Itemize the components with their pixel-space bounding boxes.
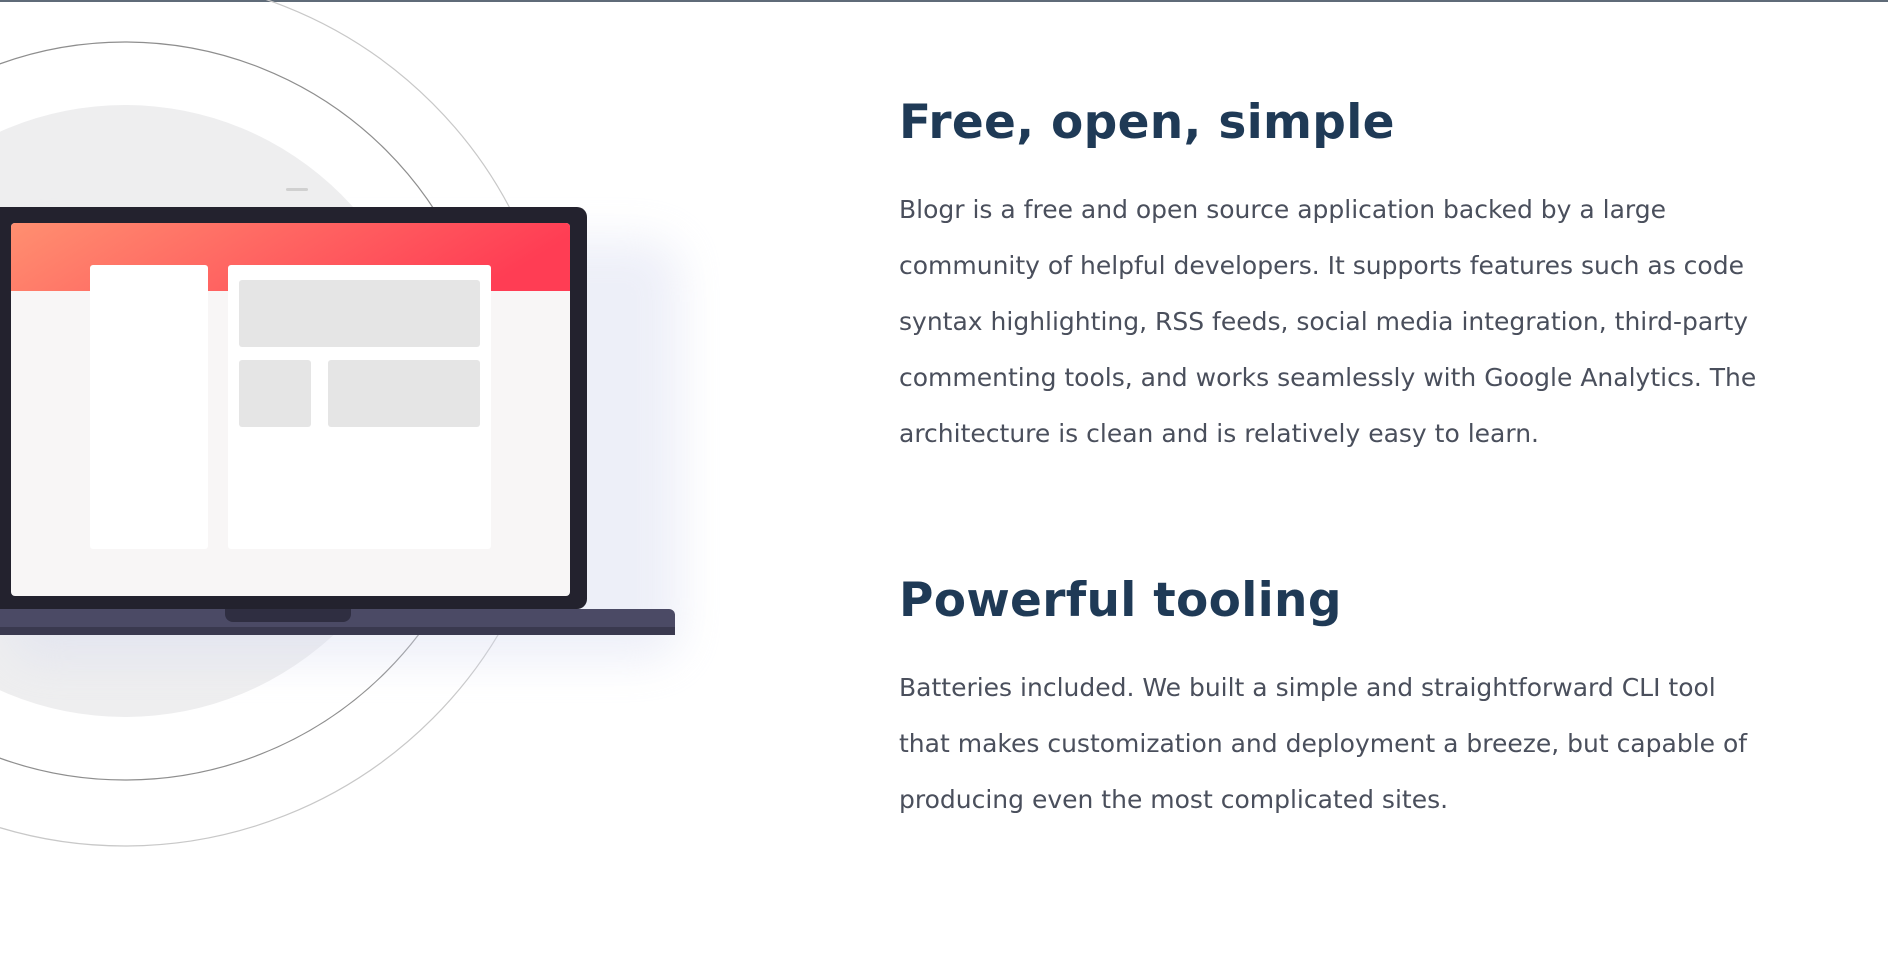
screen-block-small: [239, 360, 311, 427]
laptop-base-edge: [0, 627, 675, 635]
laptop-illustration: [0, 0, 720, 900]
screen-sidebar-card: [90, 265, 208, 549]
screen-block-medium: [328, 360, 480, 427]
screen-block-large: [239, 280, 480, 347]
laptop-illustration-svg: [0, 0, 680, 847]
features-section: Free, open, simple Blogr is a free and o…: [899, 90, 1799, 828]
laptop-notch: [225, 609, 351, 622]
feature-title: Powerful tooling: [899, 573, 1342, 628]
small-dash-mark: [286, 188, 308, 191]
feature-free-open-simple: Free, open, simple Blogr is a free and o…: [899, 90, 1799, 462]
feature-powerful-tooling: Powerful tooling Batteries included. We …: [899, 568, 1799, 828]
feature-description: Batteries included. We built a simple an…: [899, 673, 1748, 814]
feature-title: Free, open, simple: [899, 95, 1395, 150]
feature-description: Blogr is a free and open source applicat…: [899, 195, 1757, 448]
